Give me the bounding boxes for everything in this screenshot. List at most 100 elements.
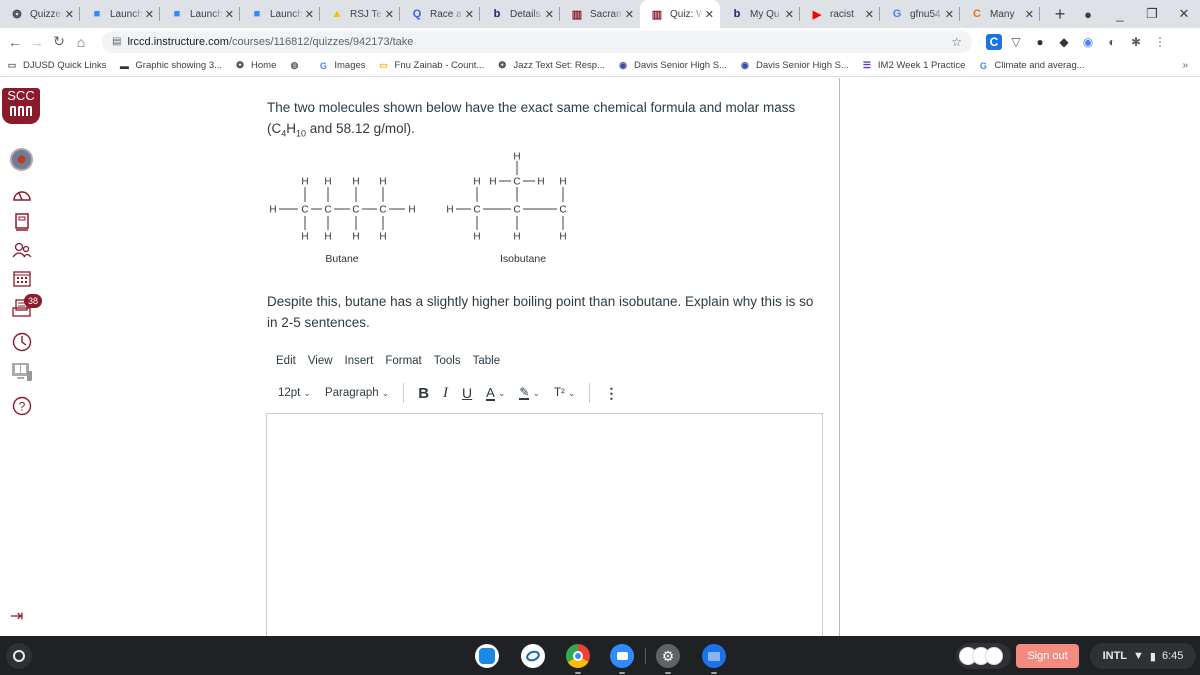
browser-tab[interactable]: ▲ RSJ Te ✕	[320, 0, 400, 28]
app-screencastify[interactable]	[521, 644, 545, 668]
courses-icon[interactable]	[10, 210, 34, 234]
browser-tab[interactable]: ■ Launch ✕	[80, 0, 160, 28]
browser-tab[interactable]: Ggfnu54 ✕	[880, 0, 960, 28]
editor-menu-table[interactable]: Table	[473, 355, 501, 367]
extension-circle-icon[interactable]: ◐	[1102, 34, 1122, 50]
extension-target-icon[interactable]: ◆	[1054, 34, 1074, 50]
bookmarks-bar: ▭ DJUSD Quick Links ▬ Graphic showing 3... ❂…	[0, 55, 1200, 77]
close-tab-icon[interactable]: ✕	[1025, 8, 1034, 21]
home-button[interactable]: ⌂	[70, 34, 92, 50]
browser-tab[interactable]: ■ Launch ✕	[240, 0, 320, 28]
bookmark-item[interactable]: ▬ Graphic showing 3...	[118, 60, 222, 72]
italic-button[interactable]: I	[443, 385, 448, 402]
minimize-button[interactable]: _	[1104, 7, 1136, 22]
extensions-puzzle-icon[interactable]: ✱	[1126, 34, 1146, 50]
collapse-nav-icon[interactable]: ⇥	[10, 606, 23, 626]
bookmark-item[interactable]: G Climate and averag...	[977, 60, 1085, 72]
holding-space-tray[interactable]	[956, 643, 1011, 669]
browser-tab[interactable]: ▥ Sacram ✕	[560, 0, 640, 28]
browser-menu-icon[interactable]: ⋮	[1150, 34, 1170, 50]
scc-logo[interactable]: SCC	[2, 88, 40, 124]
extension-dark-icon[interactable]: ●	[1030, 34, 1050, 50]
browser-tab[interactable]: Q Race a ✕	[400, 0, 480, 28]
browser-tab[interactable]: ▥ Quiz: W ✕	[640, 0, 720, 28]
bookmark-item[interactable]: ◉ Davis Senior High S...	[617, 60, 727, 72]
bold-button[interactable]: B	[418, 385, 429, 402]
clock-icon[interactable]	[10, 330, 34, 354]
bookmark-item[interactable]: ❂ Home	[234, 60, 276, 72]
launcher-button[interactable]	[6, 643, 32, 669]
highlight-color-button[interactable]: ✎ ⌄	[519, 386, 540, 400]
browser-tab[interactable]: ❂ Quizzes ✕	[0, 0, 80, 28]
close-tab-icon[interactable]: ✕	[545, 8, 554, 21]
bookmarks-overflow-button[interactable]: »	[1182, 60, 1188, 71]
editor-menu-insert[interactable]: Insert	[345, 355, 374, 367]
editor-menu-tools[interactable]: Tools	[434, 355, 461, 367]
bookmark-star-icon[interactable]: ☆	[951, 35, 962, 49]
bookmark-item[interactable]: ☰ IM2 Week 1 Practice	[861, 60, 966, 72]
browser-tab[interactable]: ▶ racist ✕	[800, 0, 880, 28]
app-chrome[interactable]	[566, 644, 590, 674]
bookmark-item[interactable]: ▭ DJUSD Quick Links	[6, 60, 107, 72]
new-tab-button[interactable]: +	[1050, 4, 1070, 25]
close-window-button[interactable]: ✕	[1168, 6, 1200, 22]
close-tab-icon[interactable]: ✕	[225, 8, 234, 21]
extension-shield-icon[interactable]: ▽	[1006, 34, 1026, 50]
browser-tab[interactable]: b Details ✕	[480, 0, 560, 28]
font-size-dropdown[interactable]: 12pt ⌄	[278, 387, 311, 399]
calendar-icon[interactable]	[10, 266, 34, 290]
globe-icon: ◍	[290, 60, 299, 70]
commons-icon[interactable]	[10, 360, 34, 384]
app-settings[interactable]: ⚙	[656, 644, 680, 674]
app-classroom[interactable]	[475, 644, 499, 668]
font-color-button[interactable]: A ⌄	[486, 386, 505, 401]
address-bar[interactable]: ▤ lrccd.instructure.com /courses/116812/…	[102, 30, 972, 53]
more-options-button[interactable]: ⋮	[604, 385, 618, 402]
page-info-icon[interactable]: ▤	[112, 36, 121, 47]
close-tab-icon[interactable]: ✕	[65, 8, 74, 21]
app-zoom[interactable]	[610, 644, 634, 674]
classroom-icon	[479, 648, 495, 664]
close-tab-icon[interactable]: ✕	[625, 8, 634, 21]
extension-c-icon[interactable]: C	[986, 33, 1002, 50]
inbox-unread-badge: 38	[24, 294, 42, 308]
answer-editor[interactable]	[266, 413, 823, 636]
underline-button[interactable]: U	[462, 385, 472, 401]
groups-icon[interactable]	[10, 238, 34, 262]
bookmark-item[interactable]: ◍	[288, 60, 305, 72]
extension-blue-shield-icon[interactable]: ◉	[1078, 34, 1098, 50]
superscript-button[interactable]: T² ⌄	[554, 387, 575, 399]
browser-tab[interactable]: b My Qu ✕	[720, 0, 800, 28]
bookmark-item[interactable]: ◉ Davis Senior High S...	[739, 60, 849, 72]
dashboard-icon[interactable]	[10, 182, 34, 206]
close-tab-icon[interactable]: ✕	[305, 8, 314, 21]
close-tab-icon[interactable]: ✕	[785, 8, 794, 21]
editor-menu-format[interactable]: Format	[385, 355, 421, 367]
sign-out-button[interactable]: Sign out	[1016, 644, 1079, 668]
help-icon[interactable]: ?	[10, 394, 34, 418]
google-icon: G	[979, 60, 987, 71]
close-tab-icon[interactable]: ✕	[705, 8, 714, 21]
restore-button[interactable]: ❐	[1136, 6, 1168, 22]
close-tab-icon[interactable]: ✕	[865, 8, 874, 21]
close-tab-icon[interactable]: ✕	[465, 8, 474, 21]
profile-icon[interactable]: ●	[1072, 7, 1104, 22]
hydrogen-atom: H	[537, 177, 544, 188]
close-tab-icon[interactable]: ✕	[145, 8, 154, 21]
close-tab-icon[interactable]: ✕	[385, 8, 394, 21]
editor-menu-view[interactable]: View	[308, 355, 333, 367]
bookmark-item[interactable]: ❂ Jazz Text Set: Resp...	[496, 60, 605, 72]
reload-button[interactable]: ↻	[48, 33, 70, 50]
avatar[interactable]	[10, 148, 33, 171]
block-format-dropdown[interactable]: Paragraph ⌄	[325, 387, 389, 399]
app-files[interactable]	[702, 644, 726, 674]
back-button[interactable]: ←	[4, 34, 26, 50]
close-tab-icon[interactable]: ✕	[945, 8, 954, 21]
bookmark-item[interactable]: ▭ Fnu Zainab - Count...	[378, 60, 484, 72]
forward-button[interactable]: →	[26, 34, 48, 50]
browser-tab[interactable]: ■ Launch ✕	[160, 0, 240, 28]
editor-menu-edit[interactable]: Edit	[276, 355, 296, 367]
status-tray[interactable]: INTL ▼ ▮ 6:45	[1090, 643, 1196, 669]
bookmark-item[interactable]: G Images	[317, 60, 366, 72]
browser-tab[interactable]: C Many ✕	[960, 0, 1040, 28]
